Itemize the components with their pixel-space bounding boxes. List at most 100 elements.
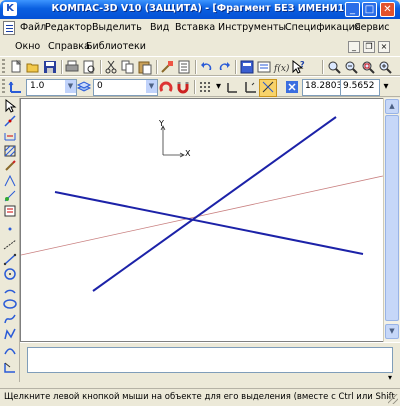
spec-tool-icon[interactable] bbox=[3, 204, 17, 218]
menu-view[interactable]: Вид bbox=[150, 22, 169, 33]
curve-icon[interactable] bbox=[3, 344, 17, 358]
help-pointer-icon[interactable]: ? bbox=[290, 59, 306, 75]
minimize-button[interactable]: _ bbox=[345, 2, 360, 17]
parametric-tool-icon[interactable] bbox=[3, 174, 17, 188]
resize-grip[interactable] bbox=[388, 394, 398, 404]
canvas-svg[interactable] bbox=[21, 99, 383, 341]
document-close-button[interactable]: × bbox=[378, 41, 390, 53]
ortho-icon[interactable] bbox=[242, 79, 258, 95]
circle-icon[interactable] bbox=[3, 267, 17, 281]
layers-icon[interactable] bbox=[256, 59, 272, 75]
open-icon[interactable] bbox=[25, 59, 41, 75]
cut-icon[interactable] bbox=[103, 59, 119, 75]
new-icon[interactable] bbox=[8, 59, 24, 75]
svg-text:?: ? bbox=[300, 60, 305, 69]
segment-2 bbox=[54, 191, 364, 255]
redo-icon[interactable] bbox=[216, 59, 232, 75]
layer-value: 0 bbox=[97, 81, 103, 91]
svg-text:f(x): f(x) bbox=[273, 63, 289, 74]
properties-icon[interactable] bbox=[176, 59, 192, 75]
contour-icon[interactable] bbox=[3, 360, 17, 374]
document-icon[interactable] bbox=[3, 21, 15, 35]
arc-icon[interactable] bbox=[3, 282, 17, 296]
paste-icon[interactable] bbox=[137, 59, 153, 75]
status-bar: Щелкните левой кнопкой мыши на объекте д… bbox=[0, 388, 400, 406]
maximize-button[interactable]: □ bbox=[362, 2, 377, 17]
variables-icon[interactable]: f(x) bbox=[273, 59, 290, 75]
local-cs-toggle-icon[interactable] bbox=[225, 79, 241, 95]
color-icon[interactable] bbox=[158, 79, 174, 95]
document-minimize-button[interactable]: _ bbox=[348, 41, 360, 53]
menu-help[interactable]: Справка bbox=[48, 41, 90, 52]
properties-field[interactable] bbox=[27, 347, 393, 373]
axis-y-label: Y bbox=[159, 119, 164, 128]
undo-icon[interactable] bbox=[199, 59, 215, 75]
menu-file[interactable]: Файл bbox=[20, 22, 46, 33]
menu-specification[interactable]: Спецификация bbox=[285, 22, 361, 33]
edit-tool-icon[interactable] bbox=[3, 159, 17, 173]
copy-icon[interactable] bbox=[120, 59, 136, 75]
coord-x-field[interactable]: 18.2803 bbox=[302, 79, 342, 96]
manager-icon[interactable] bbox=[239, 59, 255, 75]
dimension-tool-icon[interactable] bbox=[3, 129, 17, 143]
auxiliary-line bbox=[21, 175, 383, 256]
point-icon[interactable] bbox=[3, 222, 17, 236]
chevron-down-icon[interactable]: ▼ bbox=[146, 80, 157, 93]
grid-icon[interactable] bbox=[197, 79, 213, 95]
zoom-window-icon[interactable] bbox=[360, 59, 376, 75]
menu-select[interactable]: Выделить bbox=[92, 22, 142, 33]
menu-tools[interactable]: Инструменты bbox=[218, 22, 286, 33]
point-tool-icon[interactable] bbox=[3, 114, 17, 128]
menu-insert[interactable]: Вставка bbox=[175, 22, 215, 33]
cursor-coords-icon[interactable] bbox=[284, 79, 300, 95]
chevron-down-icon[interactable]: ▼ bbox=[65, 80, 76, 93]
magnet-icon[interactable] bbox=[175, 79, 191, 95]
scroll-thumb[interactable] bbox=[385, 115, 399, 321]
title-bar[interactable]: K КОМПАС-3D V10 (ЗАЩИТА) - [Фрагмент БЕЗ… bbox=[0, 0, 400, 19]
format-icon[interactable] bbox=[159, 59, 175, 75]
print-icon[interactable] bbox=[64, 59, 80, 75]
current-state-toolbar: 1.0 ▼ 0 ▼ ▾ 18.2803 9.5652 ▾ bbox=[0, 76, 400, 97]
drawing-canvas[interactable]: Y X bbox=[20, 98, 400, 342]
local-cs-icon[interactable] bbox=[8, 79, 24, 95]
scale-value: 1.0 bbox=[30, 81, 45, 91]
coord-y-field[interactable]: 9.5652 bbox=[340, 79, 380, 96]
menu-editor[interactable]: Редактор bbox=[45, 22, 92, 33]
toolbar-grip[interactable] bbox=[2, 59, 5, 74]
panel-menu-icon[interactable]: ▾ bbox=[383, 373, 397, 383]
preview-icon[interactable] bbox=[81, 59, 97, 75]
zoom-all-icon[interactable] bbox=[377, 59, 393, 75]
close-button[interactable]: ✕ bbox=[380, 2, 395, 17]
coordinate-origin bbox=[160, 125, 185, 158]
menu-libraries[interactable]: Библиотеки bbox=[86, 41, 146, 52]
menu-service[interactable]: Сервис bbox=[354, 22, 390, 33]
snap-icon[interactable] bbox=[259, 79, 277, 97]
zoom-out-icon[interactable] bbox=[343, 59, 359, 75]
vertical-scrollbar[interactable]: ▲ ▼ bbox=[383, 98, 400, 342]
hatch-tool-icon[interactable] bbox=[3, 144, 17, 158]
scale-select[interactable]: 1.0 ▼ bbox=[26, 79, 77, 96]
ellipse-icon[interactable] bbox=[3, 297, 17, 311]
layer-select[interactable]: 0 ▼ bbox=[93, 79, 158, 96]
scroll-down-icon[interactable]: ▼ bbox=[385, 324, 399, 339]
select-tool-icon[interactable] bbox=[3, 98, 17, 113]
document-restore-button[interactable]: ❐ bbox=[363, 41, 375, 53]
zoom-in-icon[interactable] bbox=[326, 59, 342, 75]
layer-icon[interactable] bbox=[76, 79, 92, 95]
save-icon[interactable] bbox=[42, 59, 58, 75]
polyline-icon[interactable] bbox=[3, 327, 17, 341]
segment-icon[interactable] bbox=[3, 252, 17, 266]
menu-window[interactable]: Окно bbox=[15, 41, 40, 52]
grid-dropdown-icon[interactable]: ▾ bbox=[214, 79, 223, 95]
toolbar-overflow-icon[interactable]: ▾ bbox=[380, 79, 392, 95]
measure-tool-icon[interactable] bbox=[3, 189, 17, 203]
toolbar-grip[interactable] bbox=[2, 79, 5, 94]
menu-bar: Файл Редактор Выделить Вид Вставка Инстр… bbox=[0, 19, 400, 38]
compact-panel bbox=[0, 98, 20, 382]
properties-panel: ▾ bbox=[20, 342, 400, 382]
window-title: КОМПАС-3D V10 (ЗАЩИТА) - [Фрагмент БЕЗ И… bbox=[51, 3, 349, 14]
scroll-up-icon[interactable]: ▲ bbox=[385, 99, 399, 114]
auxiliary-line-icon[interactable] bbox=[3, 237, 17, 251]
spline-icon[interactable] bbox=[3, 312, 17, 326]
menu-bar-row2: Окно Справка Библиотеки _ ❐ × bbox=[0, 38, 400, 57]
